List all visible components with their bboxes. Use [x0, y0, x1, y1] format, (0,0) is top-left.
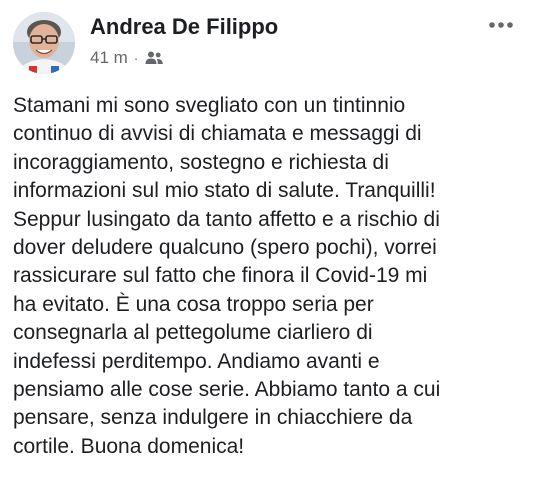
- post-text-line: indefessi perditempo. Andiamo avanti e: [13, 349, 380, 373]
- post-text-line: cortile. Buona domenica!: [13, 434, 245, 458]
- post-timestamp[interactable]: 41 m: [90, 48, 128, 68]
- friends-icon[interactable]: [144, 50, 164, 66]
- post-text-line: continuo di avvisi di chiamata e messagg…: [13, 122, 422, 146]
- post-text-line: incoraggiamento, sostegno e richiesta di: [13, 150, 389, 174]
- more-horizontal-icon: [488, 16, 514, 34]
- meta-separator: ·: [133, 50, 139, 66]
- post-meta: 41 m ·: [90, 48, 164, 68]
- post-text-line: Stamani mi sono svegliato con un tintinn…: [13, 94, 406, 117]
- post-text-line: rassicurare sul fatto che finora il Covi…: [13, 264, 428, 288]
- post-text-line: pensare, senza indulgere in chiacchiere …: [13, 406, 413, 430]
- post-text-line: pensiamo alle cose serie. Abbiamo tanto …: [13, 378, 441, 402]
- author-name[interactable]: Andrea De Filippo: [90, 14, 278, 40]
- avatar[interactable]: [13, 12, 75, 74]
- post-card: Andrea De Filippo 41 m · Stamani mi sono…: [0, 0, 533, 502]
- post-body-text: Stamani mi sono svegliato con un tintinn…: [13, 92, 528, 461]
- post-text-line: Seppur lusingato da tanto affetto e a ri…: [13, 207, 440, 231]
- post-text-line: ha evitato. È una cosa troppo seria per: [13, 292, 374, 316]
- more-options-button[interactable]: [481, 10, 521, 40]
- post-text-line: informazioni sul mio stato di salute. Tr…: [13, 179, 436, 203]
- profile-photo: [13, 12, 75, 74]
- post-text-line: consegnarla al pettegolume ciarliero di: [13, 321, 373, 345]
- post-text-line: dover deludere qualcuno (spero pochi), v…: [13, 236, 437, 260]
